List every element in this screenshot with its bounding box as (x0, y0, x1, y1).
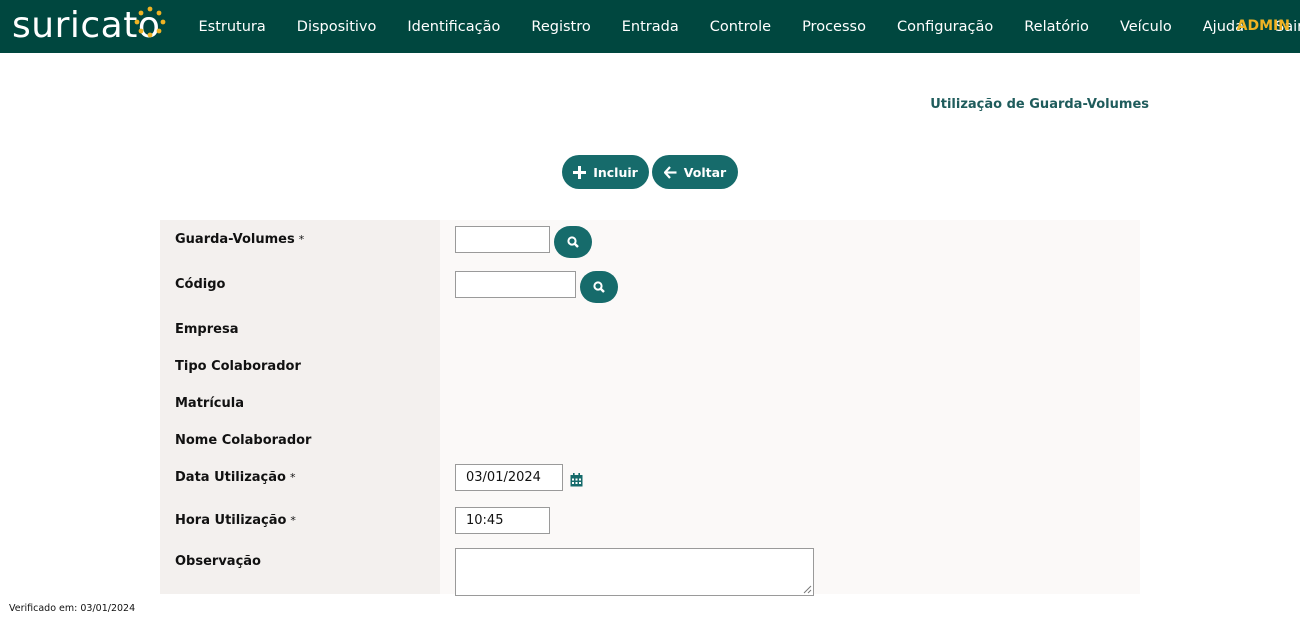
empresa-label: Empresa (175, 322, 239, 337)
nav-item-entrada[interactable]: Entrada (606, 19, 694, 35)
nome-colaborador-label: Nome Colaborador (175, 433, 312, 448)
calendar-icon[interactable] (570, 473, 583, 487)
codigo-label: Código (175, 277, 226, 292)
nav-item-relatorio[interactable]: Relatório (1009, 19, 1105, 35)
data-utilizacao-input[interactable] (455, 464, 563, 491)
codigo-input[interactable] (455, 271, 576, 298)
search-icon (567, 236, 579, 248)
logo-dots-icon (134, 6, 166, 38)
voltar-button[interactable]: Voltar (652, 155, 738, 189)
matricula-label: Matrícula (175, 396, 244, 411)
observacao-textarea[interactable] (455, 548, 814, 596)
nav-item-controle[interactable]: Controle (694, 19, 786, 35)
codigo-search-button[interactable] (580, 271, 618, 303)
tipo-colaborador-label: Tipo Colaborador (175, 359, 301, 374)
hora-utilizacao-input[interactable] (455, 507, 550, 534)
guarda-volumes-label: Guarda-Volumes * (175, 232, 305, 247)
data-utilizacao-label: Data Utilização * (175, 470, 296, 485)
user-name[interactable]: ADMIN (1237, 0, 1290, 53)
observacao-label: Observação (175, 554, 261, 569)
guarda-volumes-input[interactable] (455, 226, 550, 253)
nav-item-processo[interactable]: Processo (787, 19, 882, 35)
usage-form: Guarda-Volumes * Código Empresa Tipo Cola… (160, 220, 1140, 596)
nav-item-dispositivo[interactable]: Dispositivo (281, 19, 392, 35)
plus-icon (573, 165, 587, 179)
hora-utilizacao-label: Hora Utilização * (175, 513, 296, 528)
voltar-label: Voltar (683, 164, 727, 180)
resize-handle-icon[interactable] (803, 585, 812, 594)
page-title: Utilização de Guarda-Volumes (930, 97, 1149, 112)
top-bar: suricato Estrutura Dispositivo Identific… (0, 0, 1300, 53)
verification-footer: Verificado em: 03/01/2024 (9, 603, 136, 614)
nav-item-registro[interactable]: Registro (516, 19, 606, 35)
main-nav: Estrutura Dispositivo Identificação Regi… (183, 0, 1300, 53)
search-icon (593, 281, 605, 293)
guarda-volumes-search-button[interactable] (554, 226, 592, 258)
arrow-left-icon (663, 165, 677, 179)
nav-item-estrutura[interactable]: Estrutura (183, 19, 281, 35)
nav-item-veiculo[interactable]: Veículo (1104, 19, 1187, 35)
nav-item-identificacao[interactable]: Identificação (392, 19, 516, 35)
incluir-label: Incluir (593, 164, 638, 180)
nav-item-configuracao[interactable]: Configuração (881, 19, 1008, 35)
incluir-button[interactable]: Incluir (562, 155, 649, 189)
